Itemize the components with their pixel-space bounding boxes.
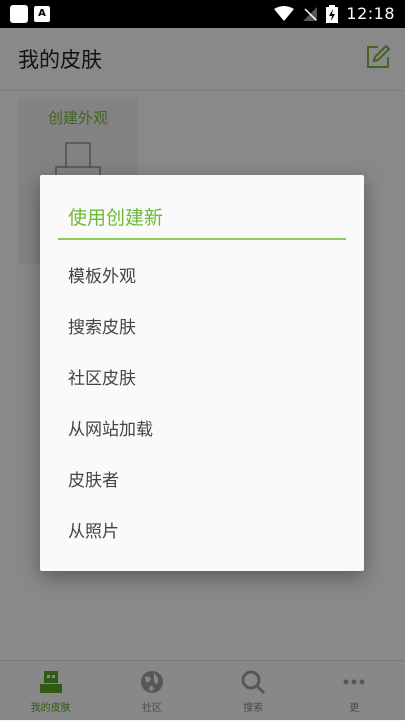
notification-icons: A xyxy=(10,5,50,23)
wifi-icon xyxy=(274,5,295,21)
option-search-skins[interactable]: 搜索皮肤 xyxy=(68,308,338,348)
option-load-from-website[interactable]: 从网站加载 xyxy=(68,410,338,450)
create-new-dialog: 使用创建新 模板外观 搜索皮肤 社区皮肤 从网站加载 皮肤者 从照片 xyxy=(40,175,364,571)
option-template-skin[interactable]: 模板外观 xyxy=(68,257,338,297)
signal-icon xyxy=(303,6,318,21)
option-from-photo[interactable]: 从照片 xyxy=(68,512,338,552)
dialog-divider xyxy=(58,238,346,240)
status-bar: A 12:18 xyxy=(0,0,405,28)
dialog-title: 使用创建新 xyxy=(68,207,164,229)
clock: 12:18 xyxy=(346,4,395,23)
system-icons: 12:18 xyxy=(274,4,395,23)
font-notification-icon: A xyxy=(34,6,50,22)
battery-icon xyxy=(326,4,339,23)
app-notification-icon xyxy=(10,5,28,23)
option-skinner[interactable]: 皮肤者 xyxy=(68,461,338,501)
option-community-skins[interactable]: 社区皮肤 xyxy=(68,359,338,399)
